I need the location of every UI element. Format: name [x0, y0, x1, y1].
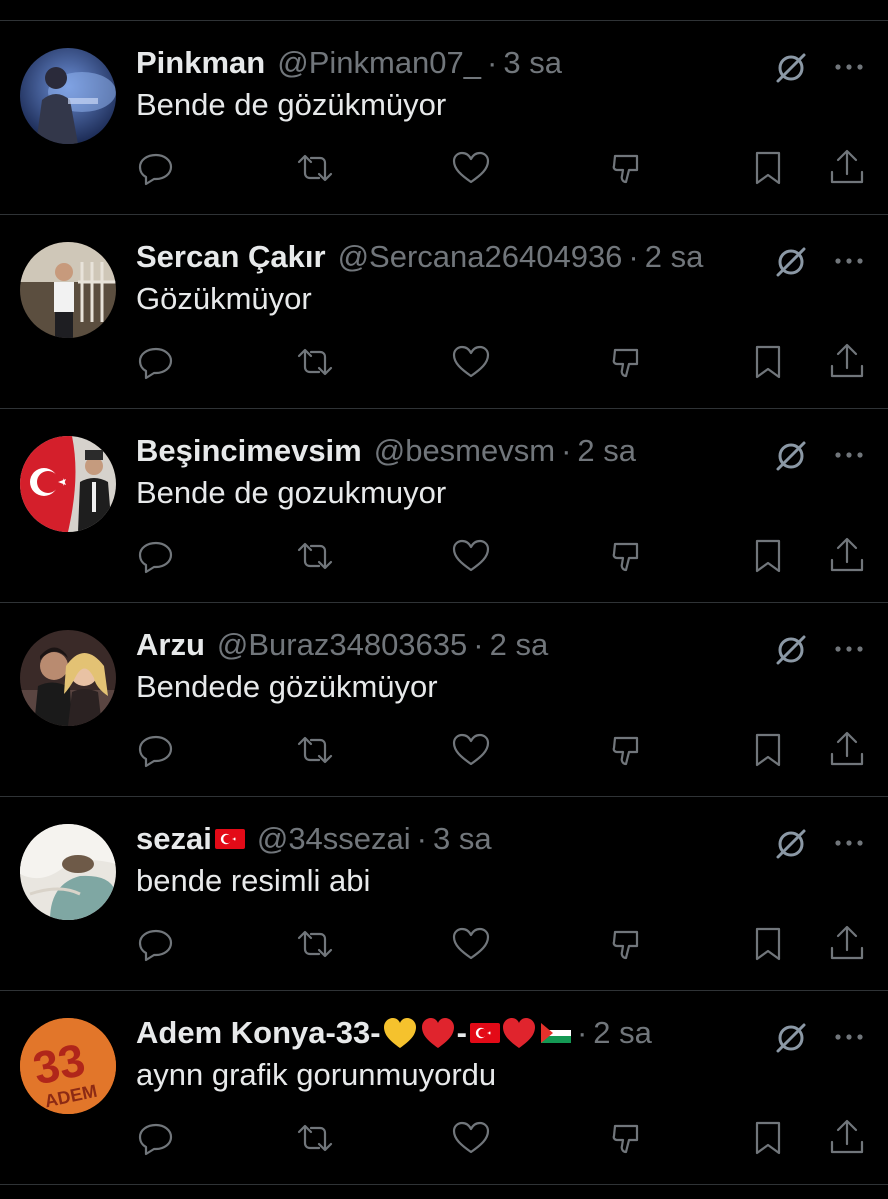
tweet-text: aynn grafik gorunmuyordu [136, 1057, 497, 1092]
grok-icon[interactable] [771, 629, 811, 669]
user-handle[interactable]: @Sercana26404936 [338, 239, 623, 275]
bookmark-icon[interactable] [748, 148, 788, 188]
bookmark-icon[interactable] [748, 730, 788, 770]
red-heart-icon [421, 1018, 454, 1048]
reply-tweet[interactable]: sezai @34ssezai · 3 sa bende resimli abi [0, 797, 888, 991]
tweet-text: Bende de gozukmuyor [136, 475, 447, 510]
separator-dot: · [576, 1015, 588, 1050]
share-icon[interactable] [827, 148, 867, 188]
avatar[interactable] [20, 242, 116, 338]
display-name[interactable]: Pinkman [136, 45, 265, 81]
timestamp[interactable]: 2 sa [645, 239, 704, 275]
timestamp[interactable]: 3 sa [503, 45, 562, 81]
display-name[interactable]: Arzu [136, 627, 205, 663]
reply-icon[interactable] [136, 924, 176, 964]
separator-dot: · [487, 45, 498, 80]
dislike-icon[interactable] [609, 730, 649, 770]
reply-tweet[interactable]: Arzu @Buraz34803635 · 2 sa Bendede gözük… [0, 603, 888, 797]
like-icon[interactable] [451, 730, 491, 770]
grok-icon[interactable] [771, 47, 811, 87]
turkey-flag-icon [469, 1023, 500, 1043]
tweet-text: Bende de gözükmüyor [136, 87, 447, 122]
timestamp[interactable]: 2 sa [593, 1015, 652, 1051]
more-icon[interactable] [831, 1019, 867, 1055]
like-icon[interactable] [451, 342, 491, 382]
like-icon[interactable] [451, 924, 491, 964]
bookmark-icon[interactable] [748, 1118, 788, 1158]
retweet-icon[interactable] [295, 536, 335, 576]
bookmark-icon[interactable] [748, 342, 788, 382]
like-icon[interactable] [451, 148, 491, 188]
share-icon[interactable] [827, 536, 867, 576]
turkey-flag-icon [214, 829, 245, 849]
avatar[interactable] [20, 436, 116, 532]
separator-dot: · [416, 821, 427, 856]
timestamp[interactable]: 3 sa [433, 821, 492, 857]
dislike-icon[interactable] [609, 1118, 649, 1158]
reply-icon[interactable] [136, 1118, 176, 1158]
display-name[interactable]: Sercan Çakır [136, 239, 326, 275]
avatar[interactable] [20, 824, 116, 920]
divider [0, 1184, 888, 1185]
reply-icon[interactable] [136, 536, 176, 576]
reply-tweet[interactable]: Pinkman @Pinkman07_ · 3 sa Bende de gözü… [0, 21, 888, 215]
grok-icon[interactable] [771, 241, 811, 281]
share-icon[interactable] [827, 730, 867, 770]
more-icon[interactable] [831, 49, 867, 85]
grok-icon[interactable] [771, 1017, 811, 1057]
avatar[interactable] [20, 630, 116, 726]
more-icon[interactable] [831, 825, 867, 861]
display-name[interactable]: sezai [136, 821, 212, 857]
tweet-text: bende resimli abi [136, 863, 371, 898]
more-icon[interactable] [831, 243, 867, 279]
bookmark-icon[interactable] [748, 536, 788, 576]
display-name[interactable]: Beşincimevsim [136, 433, 362, 469]
name-dash: - [456, 1015, 467, 1050]
reply-icon[interactable] [136, 148, 176, 188]
timestamp[interactable]: 2 sa [490, 627, 549, 663]
palestine-flag-icon [540, 1023, 571, 1043]
timestamp[interactable]: 2 sa [577, 433, 636, 469]
like-icon[interactable] [451, 536, 491, 576]
dislike-icon[interactable] [609, 536, 649, 576]
user-handle[interactable]: @besmevsm [374, 433, 555, 469]
avatar[interactable]: 33 ADEM [20, 1018, 116, 1114]
tweet-text: Gözükmüyor [136, 281, 312, 316]
grok-icon[interactable] [771, 823, 811, 863]
yellow-heart-icon [383, 1018, 416, 1048]
share-icon[interactable] [827, 1118, 867, 1158]
retweet-icon[interactable] [295, 924, 335, 964]
grok-icon[interactable] [771, 435, 811, 475]
reply-icon[interactable] [136, 342, 176, 382]
retweet-icon[interactable] [295, 730, 335, 770]
user-handle[interactable]: @34ssezai [257, 821, 411, 857]
tweet-text: Bendede gözükmüyor [136, 669, 438, 704]
share-icon[interactable] [827, 924, 867, 964]
dislike-icon[interactable] [609, 342, 649, 382]
retweet-icon[interactable] [295, 148, 335, 188]
display-name[interactable]: Adem Konya-33- [136, 1015, 381, 1051]
dislike-icon[interactable] [609, 924, 649, 964]
avatar[interactable] [20, 48, 116, 144]
like-icon[interactable] [451, 1118, 491, 1158]
separator-dot: · [561, 433, 572, 468]
separator-dot: · [628, 239, 639, 274]
more-icon[interactable] [831, 437, 867, 473]
red-heart-icon [502, 1018, 535, 1048]
reply-tweet[interactable]: 33 ADEM Adem Konya-33- - · 2 sa aynn gra… [0, 991, 888, 1185]
retweet-icon[interactable] [295, 342, 335, 382]
user-handle[interactable]: @Buraz34803635 [217, 627, 467, 663]
share-icon[interactable] [827, 342, 867, 382]
dislike-icon[interactable] [609, 148, 649, 188]
more-icon[interactable] [831, 631, 867, 667]
bookmark-icon[interactable] [748, 924, 788, 964]
reply-icon[interactable] [136, 730, 176, 770]
separator-dot: · [473, 627, 484, 662]
retweet-icon[interactable] [295, 1118, 335, 1158]
user-handle[interactable]: @Pinkman07_ [277, 45, 481, 81]
reply-tweet[interactable]: Beşincimevsim @besmevsm · 2 sa Bende de … [0, 409, 888, 603]
reply-tweet[interactable]: Sercan Çakır @Sercana26404936 · 2 sa Göz… [0, 215, 888, 409]
